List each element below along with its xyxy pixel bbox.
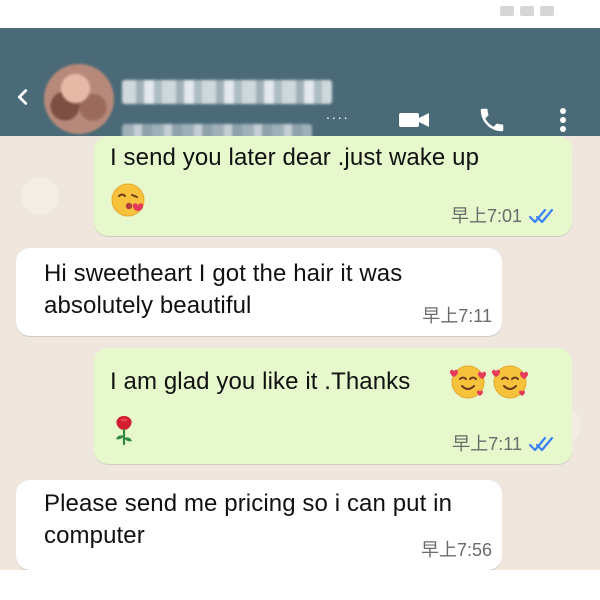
chat-header: .... bbox=[0, 28, 600, 140]
contact-avatar[interactable] bbox=[44, 64, 114, 134]
smiling-face-with-hearts-emoji bbox=[490, 362, 530, 402]
message-meta: 早上7:11 bbox=[422, 306, 492, 326]
video-camera-icon bbox=[399, 113, 429, 127]
message-text: Please send me pricing so i can put in c… bbox=[44, 490, 453, 549]
contact-name-ellipsis: .... bbox=[326, 106, 350, 122]
more-options-button[interactable] bbox=[546, 102, 580, 138]
message-time: 早上7:11 bbox=[452, 434, 522, 454]
phone-icon bbox=[480, 108, 504, 132]
bottom-strip bbox=[0, 570, 600, 600]
chevron-left-icon bbox=[17, 89, 28, 105]
smiling-face-with-hearts-icon bbox=[450, 365, 486, 399]
status-bar bbox=[0, 0, 600, 28]
status-icon bbox=[540, 6, 554, 16]
kissing-wink-heart-icon bbox=[111, 183, 145, 217]
message-meta: 早上7:56 bbox=[421, 540, 492, 560]
message-incoming[interactable]: Please send me pricing so i can put in c… bbox=[16, 480, 502, 570]
back-button[interactable] bbox=[8, 82, 38, 112]
smiling-face-with-hearts-icon bbox=[492, 365, 528, 399]
video-call-button[interactable] bbox=[394, 102, 434, 138]
message-time: 早上7:11 bbox=[422, 306, 492, 326]
double-check-icon bbox=[528, 208, 554, 224]
rose-icon bbox=[116, 416, 132, 446]
contact-name[interactable] bbox=[122, 80, 332, 104]
message-text: I send you later dear .just wake up bbox=[110, 144, 480, 171]
message-time: 早上7:56 bbox=[420, 540, 492, 560]
message-outgoing[interactable]: I am glad you like it .Thanks 早上7:11 bbox=[94, 348, 572, 464]
message-time: 早上7:01 bbox=[450, 206, 522, 226]
message-text: I am glad you like it .Thanks bbox=[110, 368, 411, 395]
message-meta: 早上7:01 bbox=[451, 206, 556, 226]
rose-emoji bbox=[108, 410, 140, 446]
status-icons bbox=[444, 6, 554, 20]
voice-call-button[interactable] bbox=[472, 102, 512, 138]
smiling-face-with-hearts-emoji bbox=[448, 362, 488, 402]
message-incoming[interactable]: Hi sweetheart I got the hair it was abso… bbox=[16, 248, 502, 336]
kissing-wink-heart-emoji bbox=[108, 180, 148, 220]
kebab-menu-icon bbox=[560, 108, 566, 132]
status-icon bbox=[520, 6, 534, 16]
status-icon bbox=[500, 6, 514, 16]
message-text: Hi sweetheart I got the hair it was abso… bbox=[44, 260, 403, 319]
double-check-icon bbox=[528, 436, 554, 452]
message-meta: 早上7:11 bbox=[452, 434, 556, 454]
message-outgoing[interactable]: I send you later dear .just wake up 早上7:… bbox=[94, 136, 572, 236]
